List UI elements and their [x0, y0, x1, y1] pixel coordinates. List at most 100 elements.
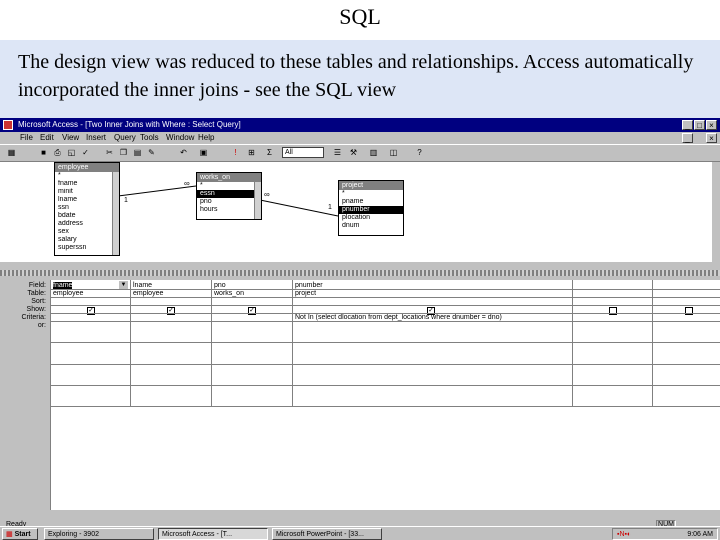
menu-edit[interactable]: Edit: [40, 132, 54, 144]
grid-column[interactable]: fname ▼ employee ✓: [51, 280, 131, 406]
table-field[interactable]: minit: [55, 188, 119, 196]
close-child-button[interactable]: ×: [706, 133, 717, 143]
table-field[interactable]: pname: [339, 198, 403, 206]
query-design-window: 1 ∞ ∞ 1 employee * fname minit lname ssn…: [0, 162, 720, 520]
row-label-table: Table:: [27, 290, 46, 297]
menu-view[interactable]: View: [62, 132, 79, 144]
windows-logo-icon: ▦: [6, 531, 13, 538]
query-type-icon[interactable]: ▣: [198, 147, 209, 158]
title-bar: Microsoft Access - [Two Inner Joins with…: [0, 118, 720, 132]
table-field[interactable]: fname: [55, 180, 119, 188]
table-field[interactable]: address: [55, 220, 119, 228]
copy-icon[interactable]: ❐: [118, 147, 129, 158]
table-field[interactable]: ssn: [55, 204, 119, 212]
table-field[interactable]: essn: [197, 190, 261, 198]
join-label: 1: [124, 197, 128, 204]
run-icon[interactable]: !: [230, 147, 241, 158]
table-project[interactable]: project * pname pnumber plocation dnum: [338, 180, 404, 236]
grid-row-line: [51, 305, 720, 306]
start-button[interactable]: ▦ Start: [2, 528, 38, 540]
new-object-icon[interactable]: ◫: [388, 147, 399, 158]
grid-row-line: [51, 364, 720, 365]
top-values-combo[interactable]: All: [282, 147, 324, 158]
save-icon[interactable]: ■: [38, 147, 49, 158]
totals-icon[interactable]: Σ: [264, 147, 275, 158]
table-field[interactable]: bdate: [55, 212, 119, 220]
table-field[interactable]: salary: [55, 236, 119, 244]
grid-column[interactable]: lname employee ✓: [131, 280, 212, 406]
table-field[interactable]: superssn: [55, 244, 119, 252]
join-line-works-on-project: [259, 199, 339, 217]
help-icon[interactable]: ?: [414, 147, 425, 158]
row-label-criteria: Criteria:: [21, 314, 46, 321]
grid-column[interactable]: [653, 280, 720, 406]
table-field[interactable]: hours: [197, 206, 261, 214]
menu-help[interactable]: Help: [198, 132, 214, 144]
table-pane-vertical-scrollbar[interactable]: [712, 162, 720, 262]
row-label-or: or:: [37, 322, 46, 329]
close-button[interactable]: ×: [706, 120, 717, 130]
cut-icon[interactable]: ✂: [104, 147, 115, 158]
table-field[interactable]: lname: [55, 196, 119, 204]
grid-row-line: [51, 342, 720, 343]
restore-child-button[interactable]: _: [682, 133, 693, 143]
show-table-icon[interactable]: ⊞: [246, 147, 257, 158]
grid-column[interactable]: pnumber project ✓ Not In (select dlocati…: [293, 280, 573, 406]
preview-icon[interactable]: ◱: [66, 147, 77, 158]
table-field[interactable]: pno: [197, 198, 261, 206]
maximize-button[interactable]: □: [694, 120, 705, 130]
paste-icon[interactable]: ▤: [132, 147, 143, 158]
menu-insert[interactable]: Insert: [86, 132, 106, 144]
table-works-on[interactable]: works_on * essn pno hours: [196, 172, 262, 220]
table-field[interactable]: *: [339, 190, 403, 198]
row-labels: Field: Table: Sort: Show: Criteria: or:: [0, 282, 46, 330]
table-employee[interactable]: employee * fname minit lname ssn bdate a…: [54, 162, 120, 256]
table-pane-horizontal-scrollbar[interactable]: [0, 262, 720, 270]
table-field[interactable]: *: [197, 182, 261, 190]
menu-window[interactable]: Window: [166, 132, 194, 144]
toolbar: ▦ ■ ⎙ ◱ ✓ ✂ ❐ ▤ ✎ ↶ ▣ ! ⊞ Σ All ☰ ⚒ ▥ ◫ …: [0, 144, 720, 162]
table-scrollbar[interactable]: [112, 172, 119, 255]
taskbar-item-powerpoint[interactable]: Microsoft PowerPoint - [33...: [272, 528, 382, 540]
design-grid: fname ▼ employee ✓ lname employee ✓ pno …: [50, 280, 720, 510]
system-tray-clock[interactable]: ▪N▪◐ 9:06 AM: [612, 528, 718, 540]
table-title: employee: [55, 163, 119, 172]
format-painter-icon[interactable]: ✎: [146, 147, 157, 158]
grid-row-line: [51, 321, 720, 322]
grid-row-line: [51, 406, 720, 407]
table-title: works_on: [197, 173, 261, 182]
tray-icons[interactable]: ▪N▪◐: [617, 529, 631, 540]
field-dropdown-icon[interactable]: ▼: [119, 281, 128, 289]
properties-icon[interactable]: ☰: [332, 147, 343, 158]
row-label-sort: Sort:: [31, 298, 46, 305]
table-field[interactable]: plocation: [339, 214, 403, 222]
grid-row-line: [51, 297, 720, 298]
join-label: ∞: [184, 179, 190, 188]
table-scrollbar[interactable]: [254, 182, 261, 219]
clock-time: 9:06 AM: [687, 531, 713, 538]
print-icon[interactable]: ⎙: [52, 147, 63, 158]
grid-column[interactable]: [573, 280, 653, 406]
table-field[interactable]: *: [55, 172, 119, 180]
menu-tools[interactable]: Tools: [140, 132, 159, 144]
access-window: Microsoft Access - [Two Inner Joins with…: [0, 118, 720, 540]
minimize-button[interactable]: _: [682, 120, 693, 130]
start-label: Start: [14, 531, 31, 538]
table-field[interactable]: sex: [55, 228, 119, 236]
access-app-icon[interactable]: [3, 120, 13, 130]
taskbar-item-access[interactable]: Microsoft Access - [T...: [158, 528, 268, 540]
spelling-icon[interactable]: ✓: [80, 147, 91, 158]
menu-query[interactable]: Query: [114, 132, 136, 144]
table-field[interactable]: dnum: [339, 222, 403, 230]
undo-icon[interactable]: ↶: [178, 147, 189, 158]
grid-column[interactable]: pno works_on ✓: [212, 280, 293, 406]
view-icon[interactable]: ▦: [6, 147, 17, 158]
table-title: project: [339, 181, 403, 190]
taskbar-item-exploring[interactable]: Exploring - 3902: [44, 528, 154, 540]
join-label: 1: [328, 204, 332, 211]
build-icon[interactable]: ⚒: [348, 147, 359, 158]
menu-file[interactable]: File: [20, 132, 33, 144]
table-field[interactable]: pnumber: [339, 206, 403, 214]
database-window-icon[interactable]: ▥: [368, 147, 379, 158]
slide-body-text: The design view was reduced to these tab…: [0, 40, 720, 120]
